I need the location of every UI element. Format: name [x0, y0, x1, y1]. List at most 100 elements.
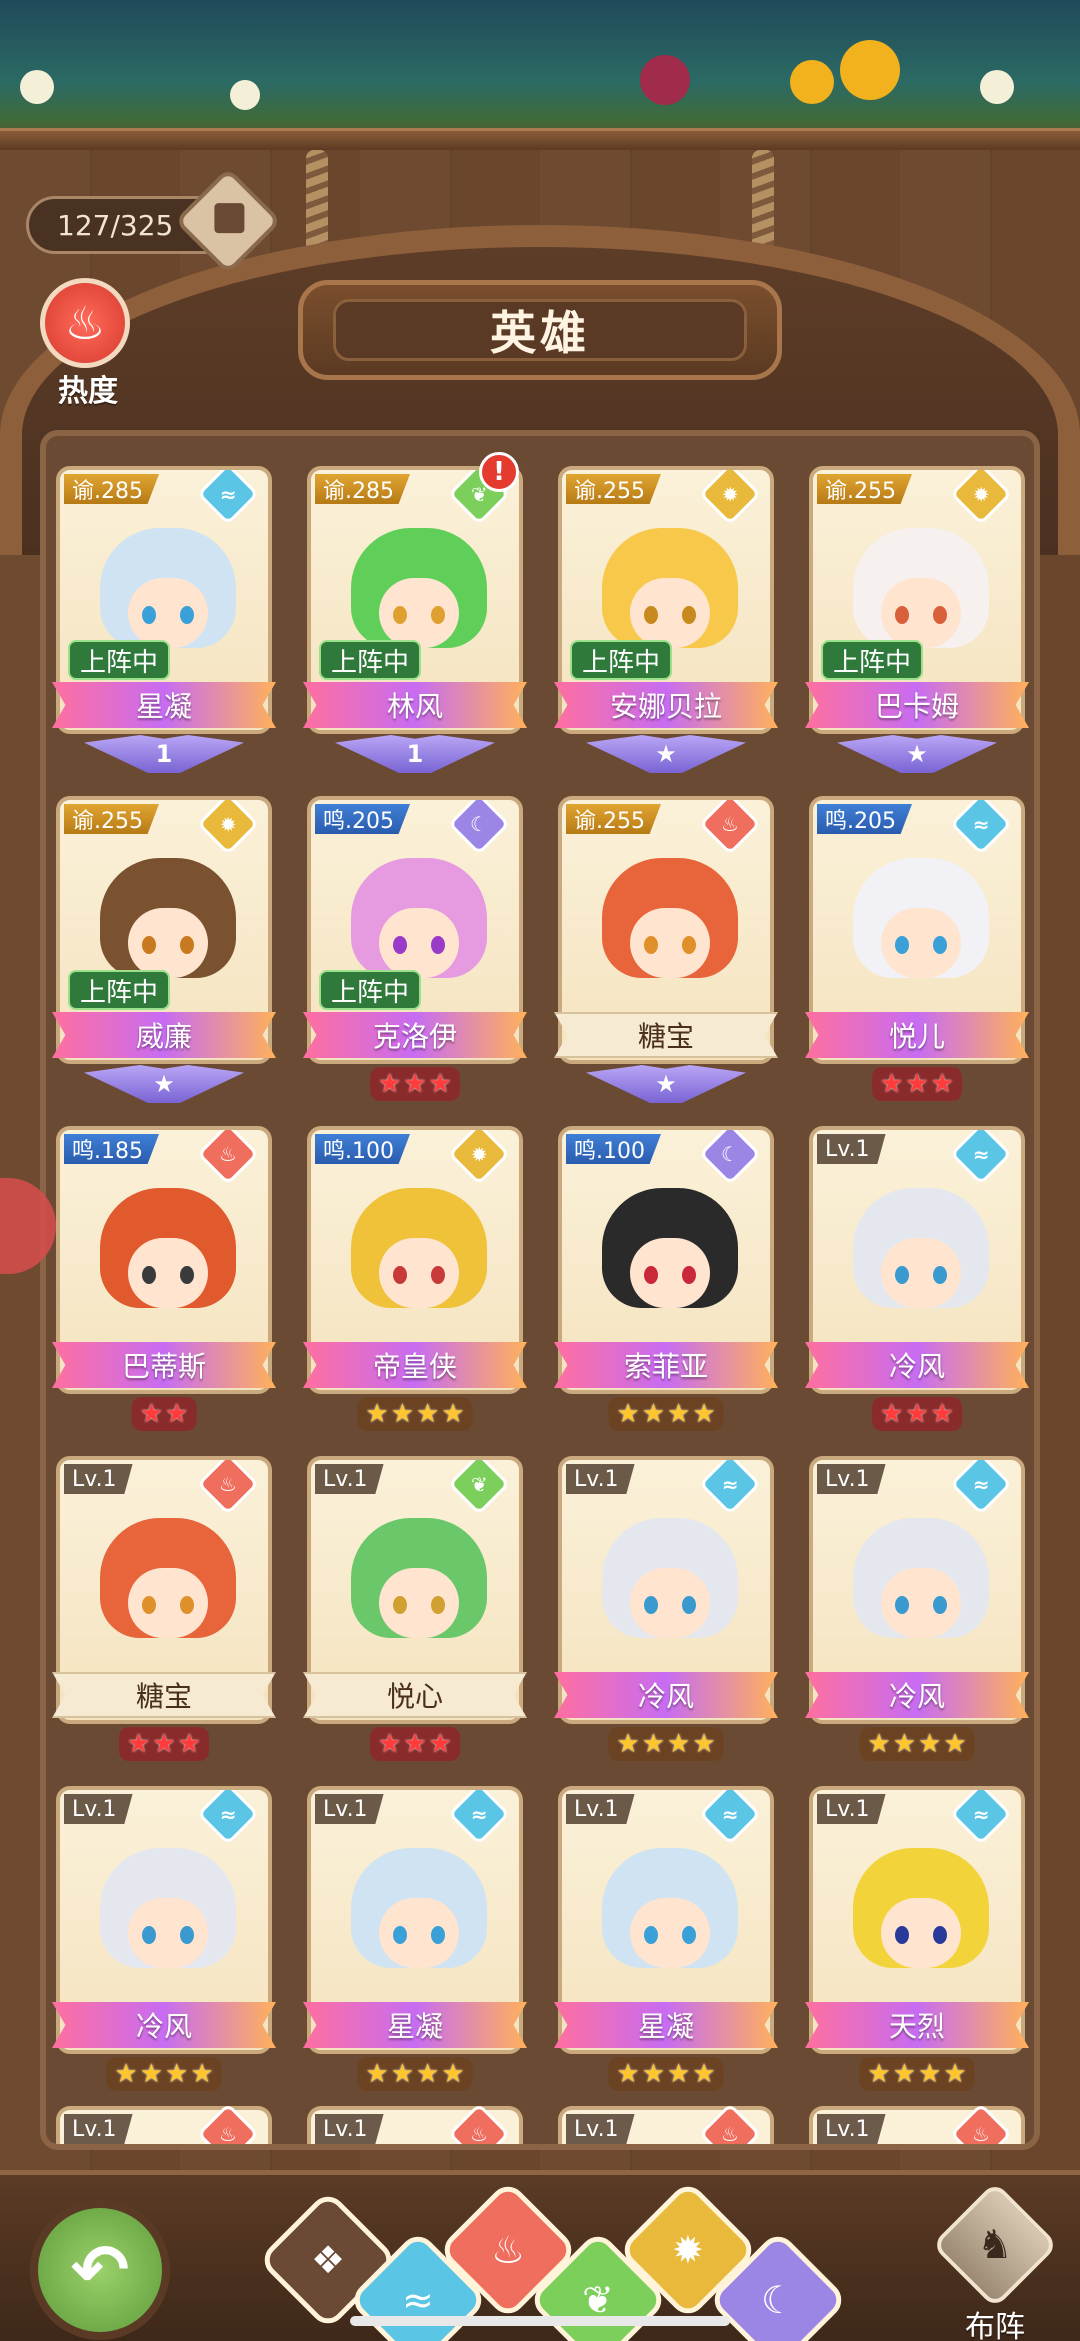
- star-icon: ★: [918, 1729, 942, 1759]
- hero-card[interactable]: Lv.1 ≈ 天烈 ★ ★ ★ ★: [805, 1786, 1029, 2094]
- sun-icon: ✹: [196, 800, 260, 856]
- hero-card[interactable]: 鸣.100 ☾ 索菲亚 ★ ★ ★ ★: [554, 1126, 778, 1434]
- hero-card[interactable]: 谕.255 ✹ 上阵中 安娜贝拉 ★: [554, 466, 778, 774]
- hero-level-badge: Lv.1: [566, 1794, 635, 1824]
- hero-rank: ★ ★ ★: [119, 1724, 209, 1764]
- hero-eye: [393, 1266, 407, 1284]
- hero-card[interactable]: Lv.1 ≈ 星凝 ★ ★ ★ ★: [554, 1786, 778, 2094]
- star-icon: ★: [152, 1729, 176, 1759]
- page-title: 英雄: [333, 299, 747, 361]
- hero-rank: ★: [837, 734, 997, 774]
- sun-icon: ✹: [672, 2228, 704, 2272]
- hero-card[interactable]: 谕.285 ≈ 上阵中 星凝 1: [52, 466, 276, 774]
- hero-level-badge: Lv.1: [315, 2114, 384, 2144]
- star-icon: ★: [139, 2059, 163, 2089]
- hero-eye: [644, 1266, 658, 1284]
- hero-card[interactable]: Lv.1 ≈ 冷风 ★ ★ ★ ★: [554, 1456, 778, 1764]
- top-scenery-banner: [0, 0, 1080, 150]
- star-icon: ★: [667, 1729, 691, 1759]
- hero-portrait: [100, 1518, 236, 1668]
- hero-rank: ★: [84, 1064, 244, 1104]
- hero-card[interactable]: 鸣.205 ☾ 上阵中 克洛伊 ★ ★ ★: [303, 796, 527, 1104]
- hero-name: 威廉: [52, 1012, 276, 1058]
- deployed-badge: 上阵中: [821, 640, 924, 680]
- hero-rank: ★ ★ ★ ★: [357, 2054, 473, 2094]
- hero-rank: ★ ★ ★ ★: [859, 2054, 975, 2094]
- hero-face: [881, 1568, 961, 1638]
- chess-icon: ♞: [931, 2181, 1059, 2309]
- hero-list-panel[interactable]: 谕.285 ≈ 上阵中 星凝 1 谕.285 ❦ 上阵中! 林风 1 谕.255 ✹ 上阵中 安娜贝拉 ★ 谕…: [40, 430, 1040, 2150]
- hero-card[interactable]: Lv.1 ♨: [307, 2102, 523, 2144]
- star-icon: ★: [930, 1069, 954, 1099]
- star-rating: ★ ★ ★ ★: [608, 1727, 724, 1761]
- star-icon: ★: [641, 1729, 665, 1759]
- flame-icon: ♨: [196, 1460, 260, 1516]
- home-indicator[interactable]: [350, 2316, 730, 2326]
- back-button[interactable]: ↶: [30, 2200, 170, 2340]
- hero-rank: ★ ★ ★: [872, 1394, 962, 1434]
- hero-name: 星凝: [52, 682, 276, 728]
- moon-icon: ☾: [447, 800, 511, 856]
- hero-name: 悦儿: [805, 1012, 1029, 1058]
- hero-name: 巴蒂斯: [52, 1342, 276, 1388]
- deployed-badge: 上阵中: [68, 640, 171, 680]
- hero-eye: [895, 936, 909, 954]
- hero-card[interactable]: Lv.1 ♨: [558, 2102, 774, 2144]
- star-icon: ★: [880, 1399, 904, 1429]
- star-icon: ★: [867, 1729, 891, 1759]
- hero-portrait: [853, 1848, 989, 1998]
- hero-card[interactable]: Lv.1 ♨ 糖宝 ★ ★ ★: [52, 1456, 276, 1764]
- hero-eye: [142, 1596, 156, 1614]
- hero-card[interactable]: 谕.285 ❦ 上阵中! 林风 1: [303, 452, 527, 774]
- formation-button[interactable]: ♞ 布阵: [931, 2181, 1059, 2341]
- moon-icon: ☾: [698, 1130, 762, 1186]
- star-rating: ★ ★ ★ ★: [608, 2057, 724, 2091]
- hero-eye: [682, 936, 696, 954]
- hero-eye: [644, 606, 658, 624]
- hero-card[interactable]: 谕.255 ✹ 上阵中 巴卡姆 ★: [805, 466, 1029, 774]
- hero-card[interactable]: 谕.255 ♨ 糖宝 ★: [554, 796, 778, 1104]
- star-icon: ★: [165, 2059, 189, 2089]
- hero-level-badge: 谕.255: [64, 804, 159, 834]
- hero-level-badge: 谕.255: [566, 474, 661, 504]
- heat-button[interactable]: ♨ 热度: [40, 278, 136, 410]
- hero-level-badge: 鸣.205: [817, 804, 912, 834]
- star-icon: ★: [880, 1069, 904, 1099]
- hero-card[interactable]: Lv.1 ≈ 星凝 ★ ★ ★ ★: [303, 1786, 527, 2094]
- hero-card[interactable]: Lv.1 ❦ 悦心 ★ ★ ★: [303, 1456, 527, 1764]
- hero-eye: [431, 606, 445, 624]
- star-icon: ★: [428, 1069, 452, 1099]
- hero-card[interactable]: Lv.1 ≈ 冷风 ★ ★ ★: [805, 1126, 1029, 1434]
- hero-level-badge: Lv.1: [817, 1464, 886, 1494]
- hero-eye: [933, 1266, 947, 1284]
- star-rating: ★ ★ ★: [370, 1727, 460, 1761]
- hero-name: 星凝: [303, 2002, 527, 2048]
- hero-card[interactable]: 鸣.185 ♨ 巴蒂斯 ★ ★: [52, 1126, 276, 1434]
- hero-eye: [393, 1926, 407, 1944]
- star-rating: ★ ★ ★: [872, 1067, 962, 1101]
- hero-card[interactable]: Lv.1 ♨: [809, 2102, 1025, 2144]
- hero-name: 冷风: [52, 2002, 276, 2048]
- star-icon: ★: [127, 1729, 151, 1759]
- hero-name: 安娜贝拉: [554, 682, 778, 728]
- star-rating: ★ ★: [131, 1397, 197, 1431]
- hero-card[interactable]: 鸣.205 ≈ 悦儿 ★ ★ ★: [805, 796, 1029, 1104]
- hero-rank: ★ ★ ★: [370, 1064, 460, 1104]
- hero-level-badge: 谕.255: [817, 474, 912, 504]
- hero-face: [128, 1898, 208, 1968]
- deployed-badge: 上阵中: [319, 970, 422, 1010]
- star-icon: ★: [403, 1729, 427, 1759]
- hero-eye: [682, 606, 696, 624]
- hero-card[interactable]: 谕.255 ✹ 上阵中 威廉 ★: [52, 796, 276, 1104]
- hero-card[interactable]: 鸣.100 ✹ 帝皇侠 ★ ★ ★ ★: [303, 1126, 527, 1434]
- hero-card[interactable]: Lv.1 ♨: [56, 2102, 272, 2144]
- hero-eye: [142, 936, 156, 954]
- hero-card[interactable]: Lv.1 ≈ 冷风 ★ ★ ★ ★: [52, 1786, 276, 2094]
- hero-level-badge: 鸣.100: [315, 1134, 410, 1164]
- hero-eye: [933, 1596, 947, 1614]
- hero-eye: [431, 1926, 445, 1944]
- rank-wings-icon: 1: [335, 735, 495, 773]
- hero-card[interactable]: Lv.1 ≈ 冷风 ★ ★ ★ ★: [805, 1456, 1029, 1764]
- hero-level-badge: Lv.1: [817, 2114, 886, 2144]
- star-icon: ★: [641, 2059, 665, 2089]
